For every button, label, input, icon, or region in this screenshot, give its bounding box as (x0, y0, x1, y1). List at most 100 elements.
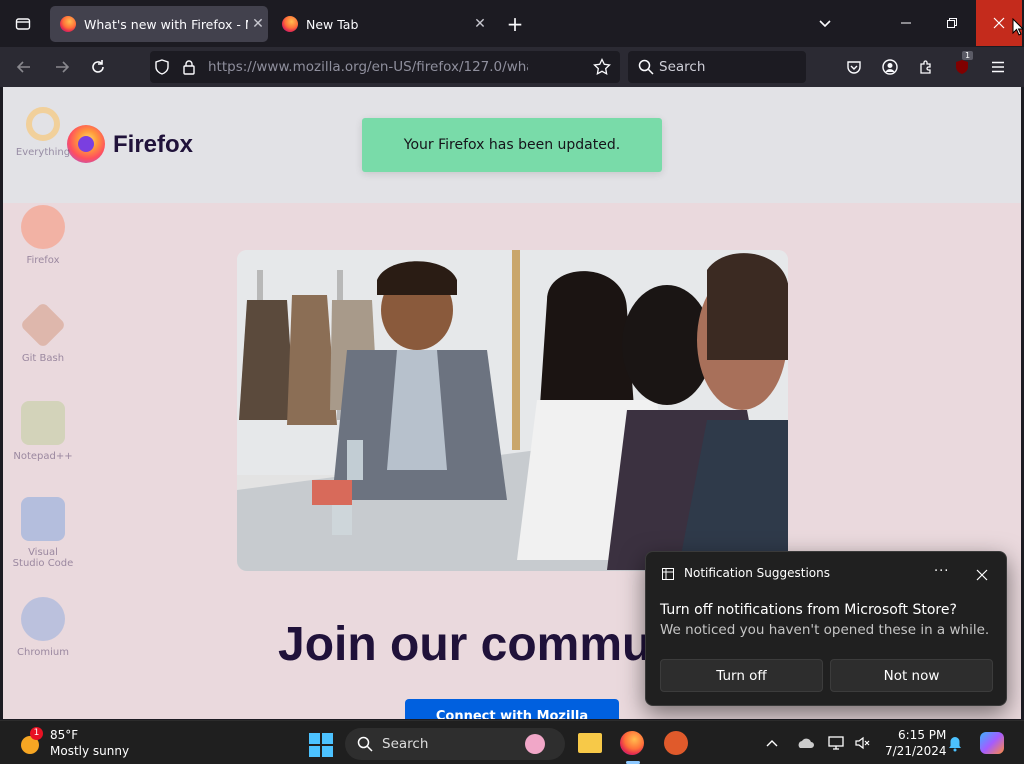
close-tab-icon[interactable]: ✕ (248, 16, 268, 32)
clock-time[interactable]: 6:15 PM (898, 728, 946, 742)
chromium-icon (21, 597, 65, 641)
puzzle-icon (920, 60, 931, 74)
lock-icon[interactable] (182, 59, 196, 75)
address-bar[interactable]: https://www.mozilla.org/en-US/firefox/12… (150, 51, 620, 83)
hamburger-menu-icon (992, 61, 1004, 73)
forward-arrow-icon (56, 61, 70, 73)
notification-app-title: Notification Suggestions (684, 566, 830, 580)
forward-button[interactable] (50, 55, 74, 79)
firefox-wordmark[interactable]: Firefox (113, 131, 193, 159)
firefox-icon (21, 205, 65, 249)
not-now-button[interactable]: Not now (830, 659, 993, 692)
url-text[interactable]: https://www.mozilla.org/en-US/firefox/12… (208, 59, 528, 75)
volume-muted-icon[interactable] (854, 735, 870, 751)
desktop-icon-vscode[interactable]: Visual Studio Code (11, 497, 75, 569)
search-icon (638, 59, 654, 75)
windows-start-icon[interactable] (309, 733, 333, 757)
tab-bar: What's new with Firefox - More ✕ New Tab… (0, 0, 1024, 47)
desktop-icon-label: Firefox (26, 255, 60, 266)
close-tab-icon[interactable]: ✕ (470, 16, 490, 32)
taskbar-search-label: Search (382, 736, 429, 752)
back-arrow-icon (16, 61, 30, 73)
extensions-button[interactable] (914, 55, 938, 79)
weather-temperature: 85°F (50, 728, 79, 742)
display-icon[interactable] (828, 735, 844, 751)
firefox-tab-icon (282, 16, 298, 32)
tab-new-tab[interactable]: New Tab ✕ (272, 6, 490, 42)
reload-icon (92, 60, 104, 73)
weather-badge: 1 (30, 727, 43, 740)
notification-body: We noticed you haven't opened these in a… (660, 622, 990, 638)
connect-with-mozilla-button[interactable]: Connect with Mozilla (405, 699, 619, 719)
page-headline: Join our commu (278, 618, 652, 671)
bookmark-star-icon[interactable] (593, 58, 611, 76)
desktop-icon-firefox[interactable]: Firefox (11, 205, 75, 266)
clock-date[interactable]: 7/21/2024 (885, 744, 947, 758)
notification-heading: Turn off notifications from Microsoft St… (660, 602, 957, 618)
firefox-view-button[interactable] (10, 12, 36, 36)
desktop-icon-chromium[interactable]: Chromium (11, 597, 75, 658)
pocket-icon (847, 61, 861, 74)
desktop-icon-label: Visual Studio Code (12, 547, 74, 569)
search-highlight-icon (525, 734, 545, 754)
minimize-icon (901, 22, 911, 24)
notepad-icon (21, 401, 65, 445)
shield-icon[interactable] (154, 59, 170, 75)
extension-badge: 1 (962, 51, 974, 60)
firefox-taskbar-icon[interactable] (620, 731, 644, 755)
back-button[interactable] (12, 55, 36, 79)
account-icon (882, 59, 898, 75)
copilot-icon[interactable] (980, 732, 1004, 754)
desktop-icon-label: Notepad++ (13, 451, 73, 462)
search-icon (357, 736, 373, 752)
close-icon (976, 569, 988, 581)
firefox-view-icon (15, 18, 31, 30)
search-bar[interactable]: Search (628, 51, 806, 83)
tab-whats-new[interactable]: What's new with Firefox - More ✕ (50, 6, 268, 42)
chevron-down-icon (819, 20, 831, 28)
weather-description: Mostly sunny (50, 744, 130, 758)
desktop-icon-notepad-plus-plus[interactable]: Notepad++ (11, 401, 75, 462)
desktop-icon-git-bash[interactable]: Git Bash (11, 301, 75, 364)
update-banner: Your Firefox has been updated. (362, 118, 662, 172)
notification-toast: Notification Suggestions ··· Turn off no… (645, 551, 1007, 706)
magnifier-icon (26, 107, 60, 141)
pocket-button[interactable] (842, 55, 866, 79)
list-all-tabs-button[interactable] (812, 12, 838, 36)
restore-button[interactable] (934, 10, 970, 36)
close-notification-button[interactable] (976, 566, 988, 581)
desktop-icon-label: Git Bash (21, 353, 65, 364)
chevron-up-icon[interactable] (766, 738, 778, 748)
taskbar-search-box[interactable]: Search (345, 728, 565, 760)
reload-button[interactable] (86, 55, 110, 79)
minimize-button[interactable] (888, 10, 924, 36)
more-options-button[interactable]: ··· (934, 564, 949, 579)
desktop-icon-everything[interactable]: Everything (11, 107, 75, 158)
close-icon (993, 17, 1005, 29)
firefox-tab-icon (60, 16, 76, 32)
mouse-cursor-icon (1012, 18, 1023, 36)
turn-off-button[interactable]: Turn off (660, 659, 823, 692)
windows-taskbar: 1 85°F Mostly sunny Search 6:15 PM 7/21/… (0, 720, 1024, 764)
navigation-toolbar: https://www.mozilla.org/en-US/firefox/12… (0, 47, 1024, 87)
vscode-icon (21, 497, 65, 541)
notification-bell-icon[interactable] (948, 736, 962, 752)
file-explorer-icon[interactable] (578, 733, 602, 753)
onedrive-icon[interactable] (796, 737, 814, 749)
ublock-button[interactable]: 1 (950, 51, 974, 79)
new-tab-button[interactable]: + (502, 12, 528, 36)
app-menu-button[interactable] (986, 55, 1010, 79)
page-header: Firefox Your Firefox has been updated. (3, 87, 1021, 203)
desktop-icon-label: Everything (15, 147, 71, 158)
weather-widget[interactable]: 1 85°F Mostly sunny (16, 727, 146, 759)
desktop-icon-label: Chromium (17, 647, 69, 658)
restore-icon (947, 18, 957, 28)
people-meeting-illustration (237, 250, 788, 571)
account-button[interactable] (878, 55, 902, 79)
tab-title: What's new with Firefox - More (84, 16, 248, 32)
community-photo (237, 250, 788, 571)
app-taskbar-icon[interactable] (664, 731, 688, 755)
search-placeholder: Search (659, 59, 706, 75)
tab-title: New Tab (306, 16, 359, 32)
ublock-origin-icon (956, 60, 968, 74)
